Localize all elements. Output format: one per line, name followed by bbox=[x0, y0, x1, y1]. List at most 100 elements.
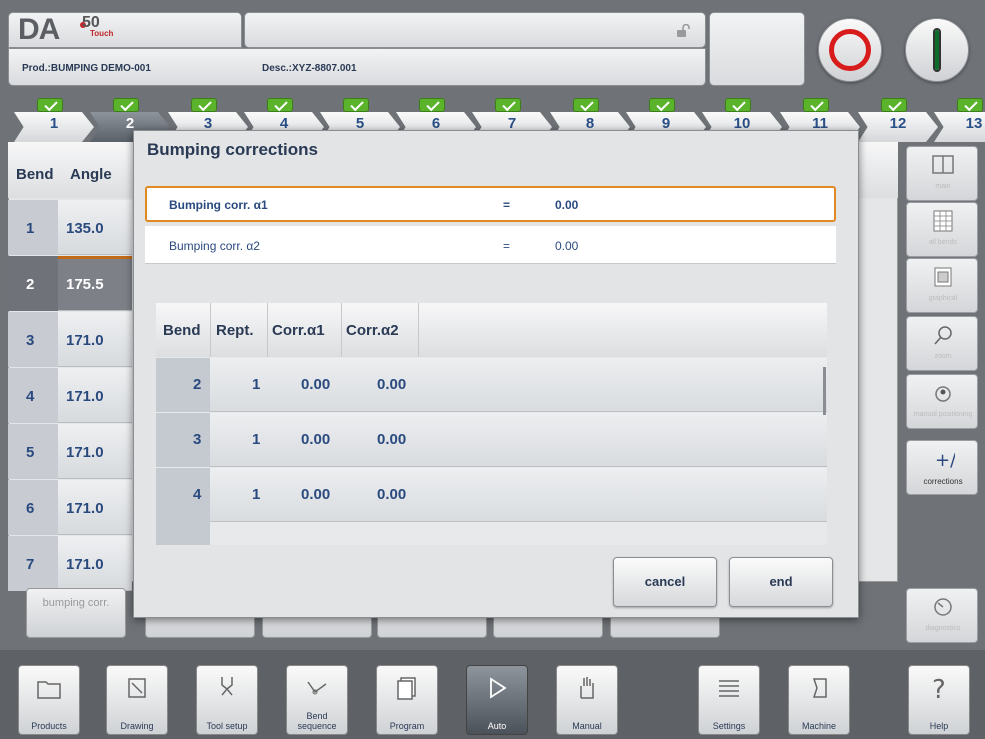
tool-icon bbox=[221, 677, 233, 696]
sidebar-all-bends-button[interactable]: all bends bbox=[906, 202, 978, 257]
bend-angle-value: 171.0 bbox=[66, 332, 104, 349]
corr-a1-cell[interactable]: 0.00 bbox=[301, 376, 330, 393]
sidebar-label: graphical bbox=[928, 295, 958, 302]
sidebar-diagnostics-button[interactable]: diagnostics bbox=[906, 588, 978, 643]
bend-ok-icon bbox=[113, 98, 139, 112]
bottom-softkey-1[interactable]: bumping corr. bbox=[26, 588, 126, 638]
bend-cell: 3 bbox=[193, 431, 202, 448]
bend-ok-icon bbox=[725, 98, 751, 112]
sidebar-zoom-button[interactable]: zoom bbox=[906, 316, 978, 371]
bend-angle-value: 171.0 bbox=[66, 556, 104, 573]
sidebar-main-button[interactable]: main bbox=[906, 146, 978, 201]
bend-number: 1 bbox=[26, 220, 35, 237]
cancel-button[interactable]: cancel bbox=[613, 557, 717, 607]
corr-a2-cell[interactable]: 0.00 bbox=[377, 486, 406, 503]
nav-manual-button[interactable]: Manual bbox=[556, 665, 618, 735]
nav-label: Machine bbox=[801, 721, 837, 731]
play-icon bbox=[490, 677, 507, 699]
svg-text:?: ? bbox=[932, 675, 946, 702]
message-area bbox=[244, 12, 706, 48]
table-grid-icon bbox=[933, 210, 953, 232]
nav-label: Products bbox=[31, 721, 67, 731]
column-header-bend: Bend bbox=[163, 322, 201, 339]
bend-ok-icon bbox=[37, 98, 63, 112]
bend-angle-value: 171.0 bbox=[66, 444, 104, 461]
nav-label: Manual bbox=[572, 721, 602, 731]
column-divider bbox=[210, 303, 211, 357]
sidebar-label: zoom bbox=[934, 353, 952, 360]
gauge-icon bbox=[934, 598, 952, 616]
help-icon: ? bbox=[932, 675, 946, 702]
machine-icon bbox=[812, 678, 827, 698]
nav-settings-button[interactable]: Settings bbox=[698, 665, 760, 735]
bumping-corr-a2-equals: = bbox=[503, 239, 511, 253]
bumping-corr-a1-label: Bumping corr. α1 bbox=[169, 198, 268, 212]
nav-tool-setup-button[interactable]: Tool setup bbox=[196, 665, 258, 735]
svg-text:+∕−: +∕− bbox=[935, 450, 955, 471]
bend-ok-icon bbox=[957, 98, 983, 112]
bend-number: 3 bbox=[26, 332, 35, 349]
description-label: Desc.:XYZ-8807.001 bbox=[262, 63, 357, 74]
corr-a1-cell[interactable]: 0.00 bbox=[301, 486, 330, 503]
bend-angle-value: 171.0 bbox=[66, 388, 104, 405]
bend-number: 7 bbox=[26, 556, 35, 573]
tab-number: 1 bbox=[49, 115, 59, 132]
bend-cell: 4 bbox=[193, 486, 202, 503]
pencil-icon bbox=[128, 678, 146, 698]
nav-drawing-button[interactable]: Drawing bbox=[106, 665, 168, 735]
bend-number: 6 bbox=[26, 500, 35, 517]
nav-auto-button[interactable]: Auto bbox=[466, 665, 528, 735]
bend-ok-icon bbox=[419, 98, 445, 112]
column-divider bbox=[341, 303, 342, 357]
rept-cell[interactable]: 1 bbox=[252, 486, 260, 503]
nav-label: Program bbox=[389, 721, 425, 731]
sidebar-manual-positioning-button[interactable]: manual positioning bbox=[906, 374, 978, 429]
bend-cell: 2 bbox=[193, 376, 202, 393]
row-index-cell bbox=[156, 468, 210, 522]
plus-minus-icon: +∕− bbox=[935, 450, 955, 471]
column-header-corr-a1: Corr.α1 bbox=[272, 322, 325, 339]
logo: DA bbox=[18, 13, 60, 46]
graphic-view-icon bbox=[934, 267, 952, 287]
sidebar-label: main bbox=[935, 183, 951, 190]
nav-machine-button[interactable]: Machine bbox=[788, 665, 850, 735]
nav-label: Drawing bbox=[120, 721, 154, 731]
end-button[interactable]: end bbox=[729, 557, 833, 607]
bend-sequence-icon bbox=[307, 681, 327, 695]
corr-a2-cell[interactable]: 0.00 bbox=[377, 376, 406, 393]
stop-icon bbox=[829, 29, 871, 71]
list-icon bbox=[719, 680, 739, 697]
bend-number: 5 bbox=[26, 444, 35, 461]
bumping-corr-a2-value[interactable]: 0.00 bbox=[555, 239, 578, 253]
folder-icon bbox=[37, 681, 61, 699]
unlock-icon[interactable] bbox=[676, 24, 690, 38]
status-box bbox=[709, 12, 805, 86]
table-scrollbar[interactable] bbox=[823, 367, 826, 415]
corr-a1-cell[interactable]: 0.00 bbox=[301, 431, 330, 448]
bend-ok-icon bbox=[343, 98, 369, 112]
product-label: Prod.:BUMPING DEMO-001 bbox=[22, 63, 151, 74]
rept-cell[interactable]: 1 bbox=[252, 376, 260, 393]
sidebar-graphical-button[interactable]: graphical bbox=[906, 258, 978, 313]
nav-bend-sequence-button[interactable]: Bend sequence bbox=[286, 665, 348, 735]
nav-program-button[interactable]: Program bbox=[376, 665, 438, 735]
nav-label: Settings bbox=[712, 721, 746, 731]
column-divider bbox=[418, 303, 419, 357]
tab-number: 13 bbox=[965, 115, 983, 132]
nav-help-button[interactable]: ? Help bbox=[908, 665, 970, 735]
bumping-corr-a1-value[interactable]: 0.00 bbox=[555, 198, 578, 212]
sidebar-label: manual positioning bbox=[913, 411, 973, 418]
bend-ok-icon bbox=[803, 98, 829, 112]
bend-angle-value: 171.0 bbox=[66, 500, 104, 517]
nav-products-button[interactable]: Products bbox=[18, 665, 80, 735]
row-index-cell bbox=[156, 413, 210, 467]
sidebar-corrections-button[interactable]: +∕− corrections bbox=[906, 440, 978, 495]
bend-ok-icon bbox=[573, 98, 599, 112]
corr-a2-cell[interactable]: 0.00 bbox=[377, 431, 406, 448]
rept-cell[interactable]: 1 bbox=[252, 431, 260, 448]
pages-icon bbox=[397, 677, 416, 700]
logo-touch: Touch bbox=[90, 29, 114, 38]
hand-icon bbox=[580, 677, 594, 699]
magnifier-icon bbox=[934, 326, 952, 345]
nav-label: Auto bbox=[487, 721, 507, 731]
